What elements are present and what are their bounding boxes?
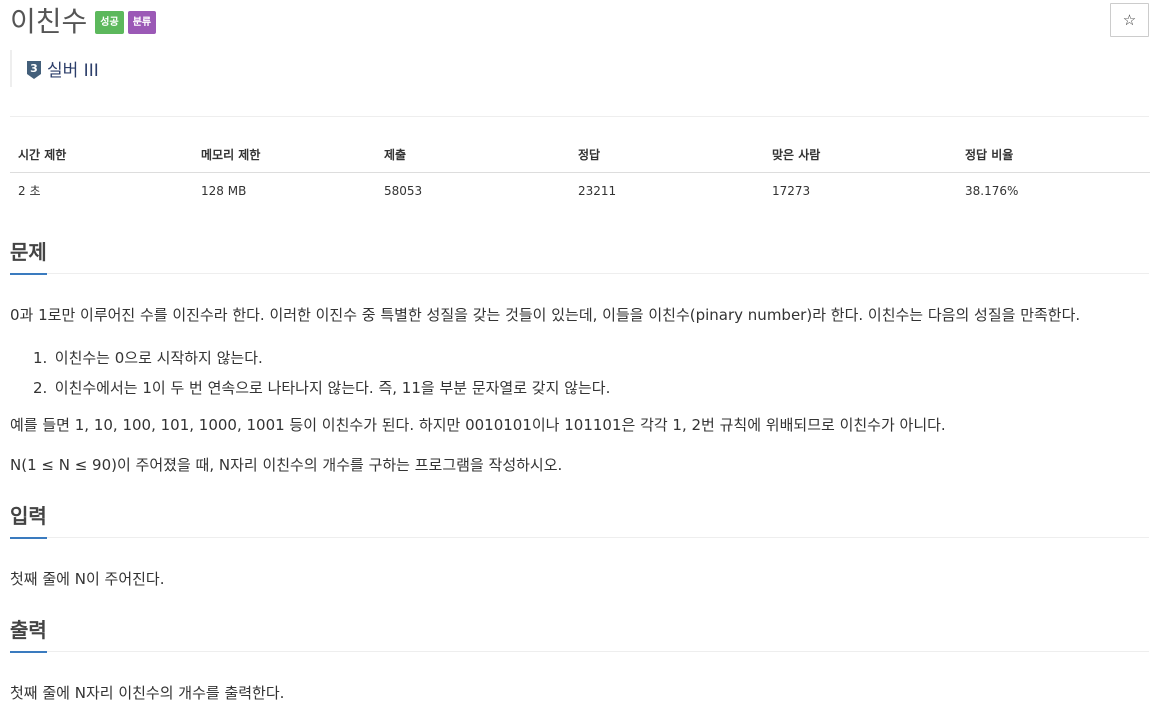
info-value-row: 2 초 128 MB 58053 23211 17273 38.176% (10, 173, 1150, 209)
time-limit-header: 시간 제한 (10, 137, 193, 173)
rule-number: 1. (33, 349, 48, 367)
tier-block[interactable]: 3 실버 III (10, 50, 99, 87)
submissions-header: 제출 (376, 137, 570, 173)
description-task: N(1 ≤ N ≤ 90)이 주어졌을 때, N자리 이친수의 개수를 구하는 … (10, 456, 563, 474)
description-intro: 0과 1로만 이루어진 수를 이진수라 한다. 이러한 이진수 중 특별한 성질… (10, 306, 1081, 324)
rule-text: 이친수는 0으로 시작하지 않는다. (54, 349, 263, 367)
memory-limit-header: 메모리 제한 (193, 137, 376, 173)
category-badge[interactable]: 분류 (127, 10, 157, 34)
input-section-title: 입력 (10, 502, 47, 539)
problem-info-table: 시간 제한 메모리 제한 제출 정답 맞은 사람 정답 비율 2 초 128 M… (10, 137, 1150, 208)
solvers-value: 17273 (772, 183, 811, 198)
info-header-row: 시간 제한 메모리 제한 제출 정답 맞은 사람 정답 비율 (10, 137, 1150, 173)
accepted-value: 23211 (578, 183, 617, 198)
memory-limit-value: 128 MB (201, 183, 247, 198)
rule-number: 2. (33, 379, 48, 397)
input-section-line (10, 537, 1149, 538)
solvers-header: 맞은 사람 (764, 137, 957, 173)
ratio-header: 정답 비율 (957, 137, 1150, 173)
header-divider (10, 116, 1149, 117)
tier-badge-icon: 3 (27, 60, 41, 79)
rule-item: 1. 이친수는 0으로 시작하지 않는다. (33, 343, 610, 373)
problem-title: 이친수 (10, 5, 88, 38)
star-icon: ☆ (1122, 11, 1137, 29)
rule-text: 이친수에서는 1이 두 번 연속으로 나타나지 않는다. 즉, 11을 부분 문… (54, 379, 611, 397)
success-badge: 성공 (95, 10, 124, 34)
description-section-title: 문제 (10, 238, 47, 275)
problem-header: 이친수 성공 분류 (10, 4, 157, 40)
description-section-line (10, 273, 1149, 274)
output-section-line (10, 651, 1149, 652)
description-example: 예를 들면 1, 10, 100, 101, 1000, 1001 등이 이친수… (10, 416, 946, 434)
tier-number: 3 (30, 62, 38, 75)
submissions-value: 58053 (384, 183, 423, 198)
output-section-title: 출력 (10, 616, 47, 653)
accepted-header: 정답 (570, 137, 764, 173)
output-text: 첫째 줄에 N자리 이친수의 개수를 출력한다. (10, 684, 285, 702)
input-text: 첫째 줄에 N이 주어진다. (10, 570, 165, 588)
description-rules-list: 1. 이친수는 0으로 시작하지 않는다. 2. 이친수에서는 1이 두 번 연… (10, 343, 610, 403)
time-limit-value: 2 초 (18, 184, 41, 198)
ratio-value: 38.176% (965, 183, 1019, 198)
tier-label[interactable]: 실버 III (47, 56, 99, 81)
star-button[interactable]: ☆ (1110, 3, 1149, 37)
rule-item: 2. 이친수에서는 1이 두 번 연속으로 나타나지 않는다. 즉, 11을 부… (33, 373, 610, 403)
